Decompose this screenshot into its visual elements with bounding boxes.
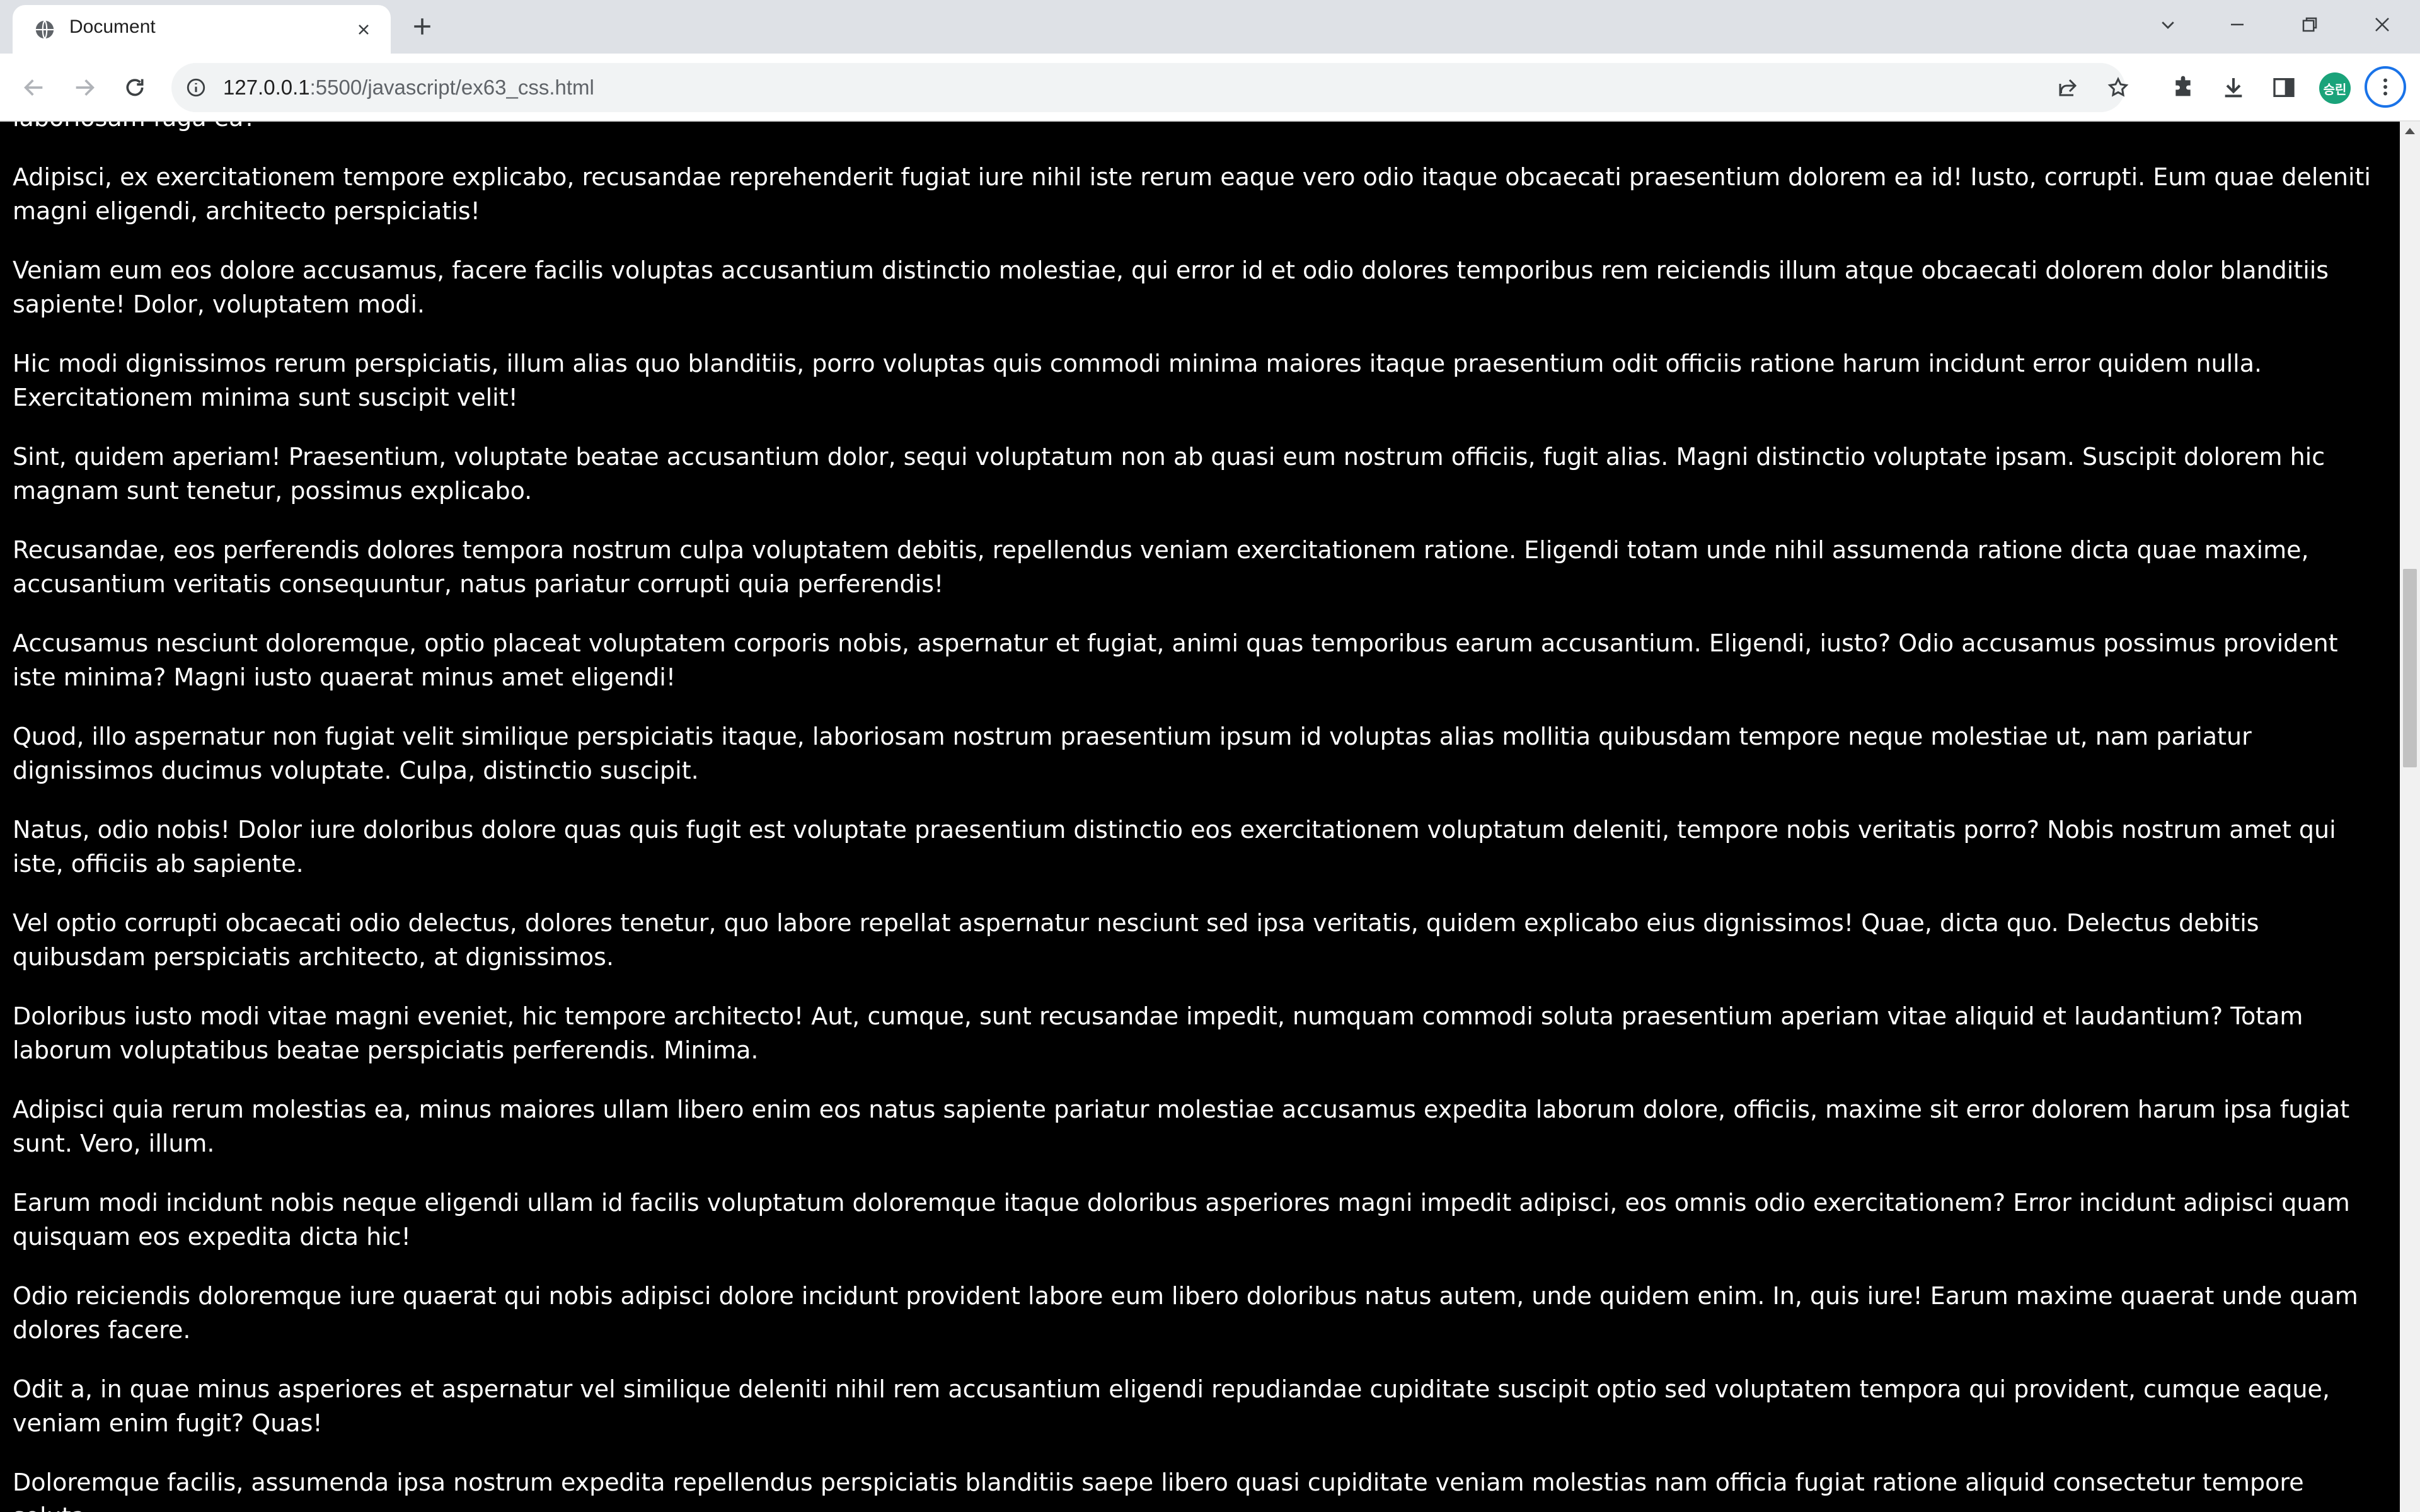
new-tab-button[interactable] [410,14,435,39]
back-arrow-icon[interactable] [19,72,49,103]
site-info-icon[interactable] [185,77,207,98]
paragraph: Odio reiciendis doloremque iure quaerat … [13,1282,2358,1344]
page-content: Voluptas quaerat eveniet doloribus quos … [13,122,2382,1512]
url-path: :5500/javascript/ex63_css.html [309,76,594,99]
paragraph: Adipisci quia rerum molestias ea, minus … [13,1096,2350,1157]
extensions-puzzle-icon[interactable] [2168,72,2198,103]
minimize-window-icon[interactable] [2218,9,2256,40]
tab-title: Document [69,16,156,37]
close-window-icon[interactable] [2363,9,2401,40]
url-host: 127.0.0.1 [223,76,310,99]
vertical-scrollbar[interactable] [2400,122,2420,1512]
paragraph: Quod, illo aspernatur non fugiat velit s… [13,723,2252,784]
tab-strip: Document [0,0,2420,54]
forward-arrow-icon[interactable] [69,72,100,103]
profile-avatar[interactable]: 승린 [2319,72,2351,104]
address-url[interactable]: 127.0.0.1:5500/javascript/ex63_css.html [223,76,594,100]
paragraph: Adipisci, ex exercitationem tempore expl… [13,163,2371,225]
side-panel-icon[interactable] [2269,72,2299,103]
reload-icon[interactable] [120,72,150,103]
globe-icon [34,19,55,40]
bookmark-star-icon[interactable] [2106,76,2130,100]
close-tab-icon[interactable] [353,19,374,40]
page-viewport[interactable]: Voluptas quaerat eveniet doloribus quos … [0,122,2400,1512]
paragraph: Odit a, in quae minus asperiores et aspe… [13,1375,2330,1437]
paragraph: Doloribus iusto modi vitae magni eveniet… [13,1002,2303,1064]
address-bar[interactable]: 127.0.0.1:5500/javascript/ex63_css.html [171,63,2129,112]
tab-search-chevron-icon[interactable] [2149,9,2187,40]
paragraph: Veniam eum eos dolore accusamus, facere … [13,256,2329,318]
scroll-up-arrow-icon[interactable] [2405,128,2415,134]
restore-window-icon[interactable] [2291,9,2329,40]
tab-document[interactable]: Document [13,5,391,54]
paragraph: Hic modi dignissimos rerum perspiciatis,… [13,350,2262,411]
paragraph: Natus, odio nobis! Dolor iure doloribus … [13,816,2336,878]
more-menu-icon[interactable] [2365,66,2406,108]
paragraph: Recusandae, eos perferendis dolores temp… [13,536,2309,598]
paragraph: Earum modi incidunt nobis neque eligendi… [13,1189,2350,1251]
browser-toolbar: 127.0.0.1:5500/javascript/ex63_css.html … [0,54,2420,122]
paragraph: Vel optio corrupti obcaecati odio delect… [13,909,2259,971]
scrollbar-thumb[interactable] [2403,569,2417,767]
share-icon[interactable] [2056,76,2080,100]
paragraph: Doloremque facilis, assumenda ipsa nostr… [13,1469,2304,1512]
paragraph: Accusamus nesciunt doloremque, optio pla… [13,629,2338,691]
paragraph: Sint, quidem aperiam! Praesentium, volup… [13,443,2325,505]
paragraph: Voluptas quaerat eveniet doloribus quos … [13,122,2382,135]
download-icon[interactable] [2218,72,2249,103]
